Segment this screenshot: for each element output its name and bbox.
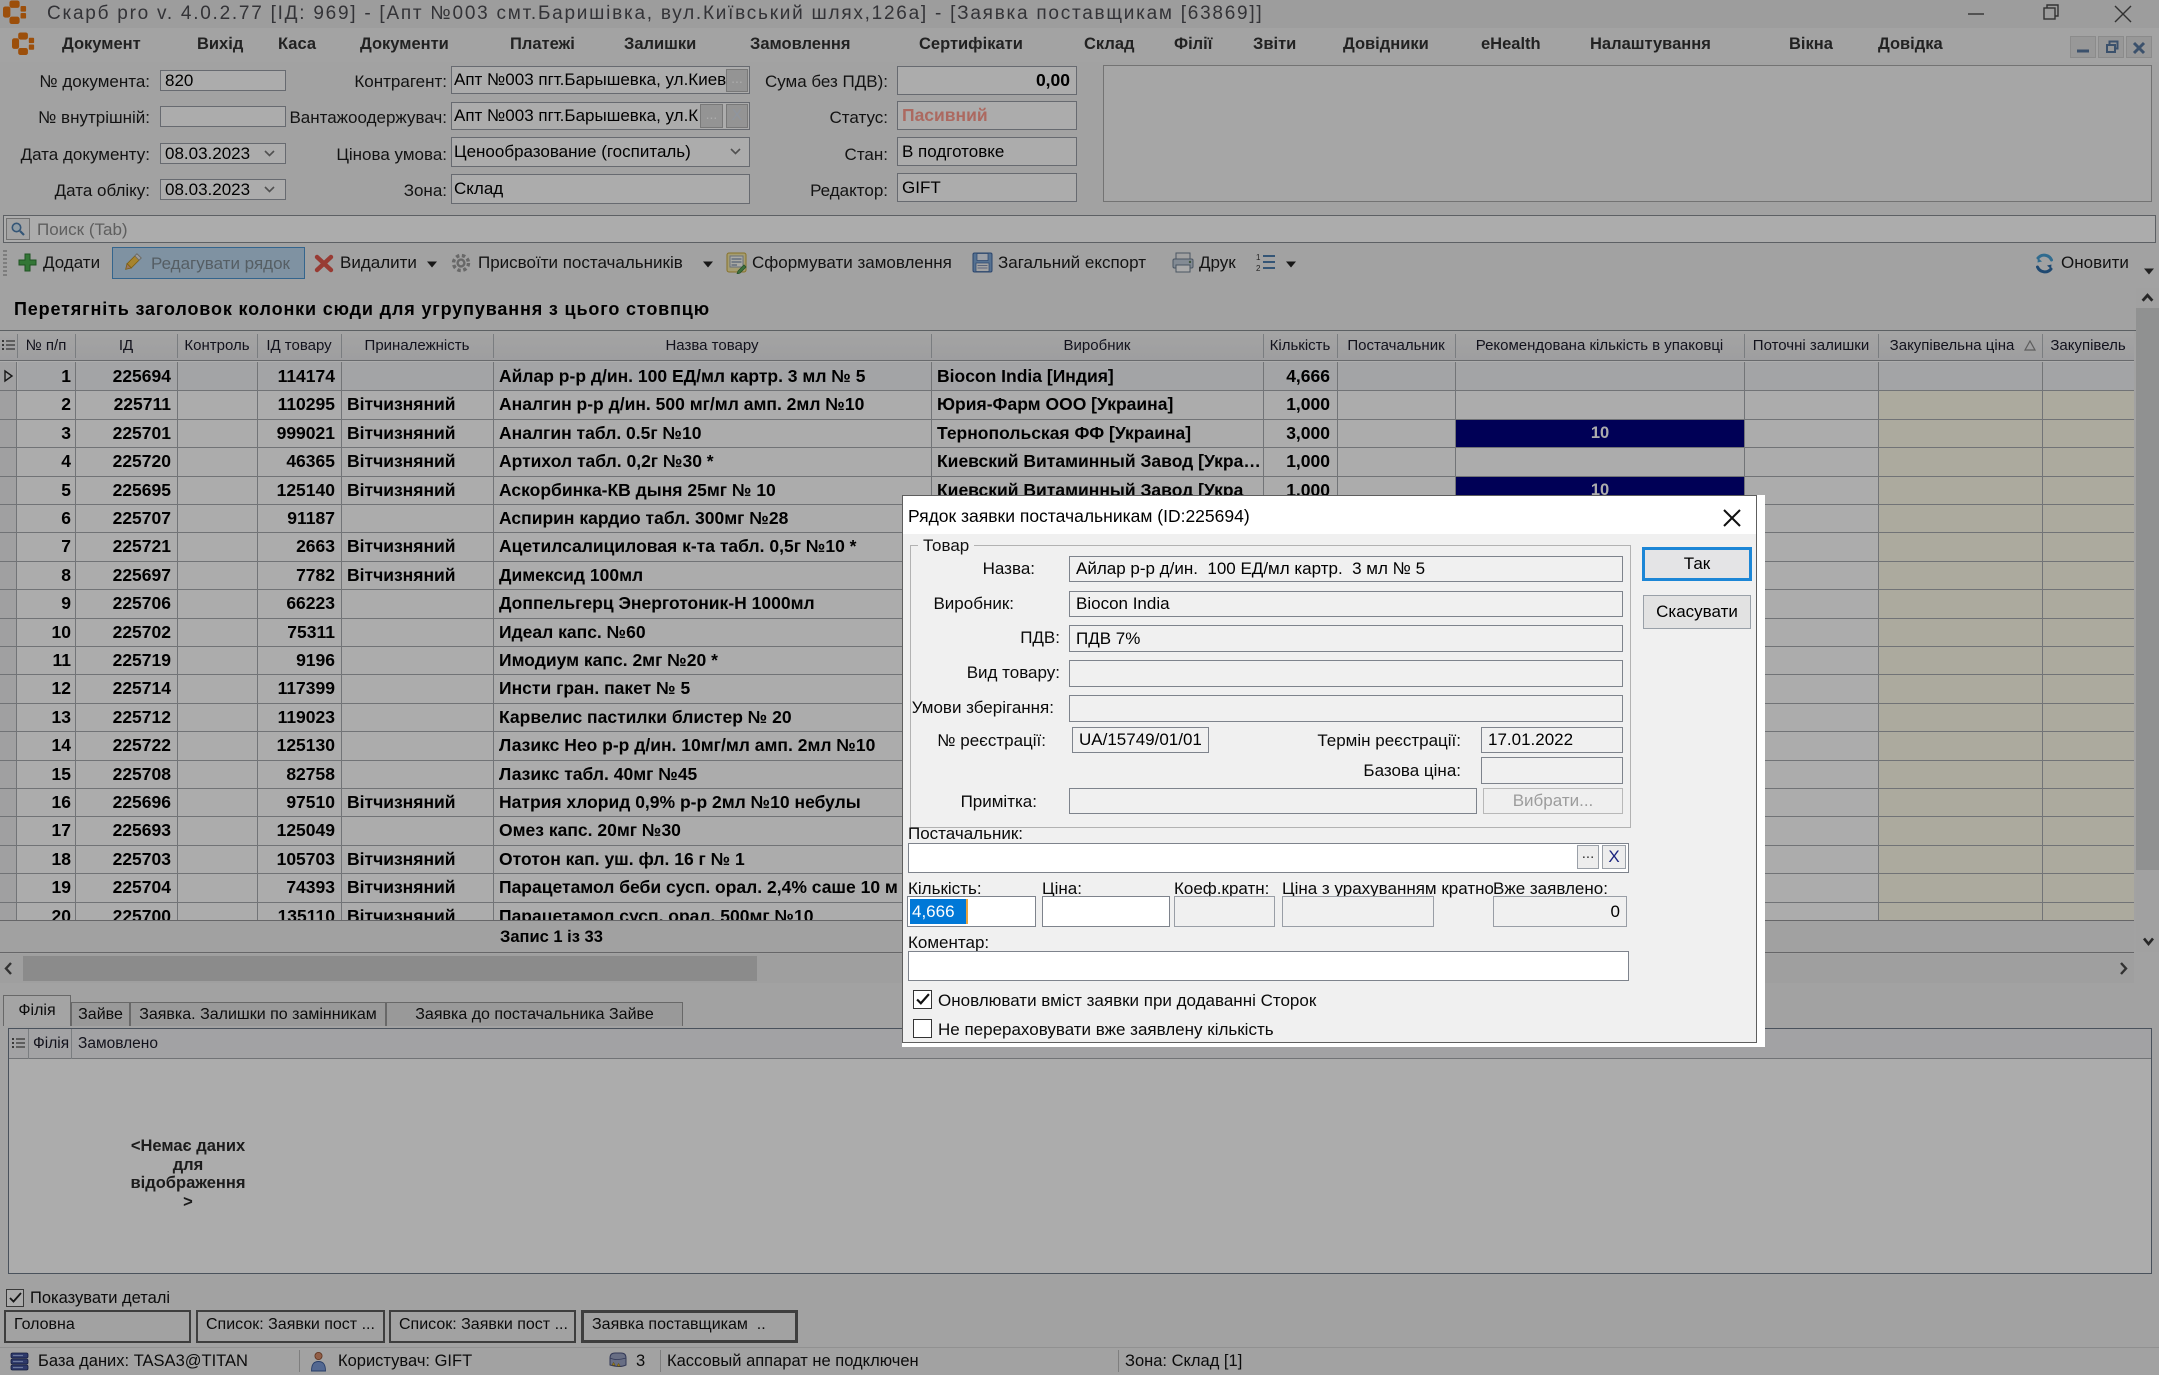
svg-text:2: 2 bbox=[1256, 264, 1261, 273]
svg-text:1: 1 bbox=[1256, 253, 1261, 262]
